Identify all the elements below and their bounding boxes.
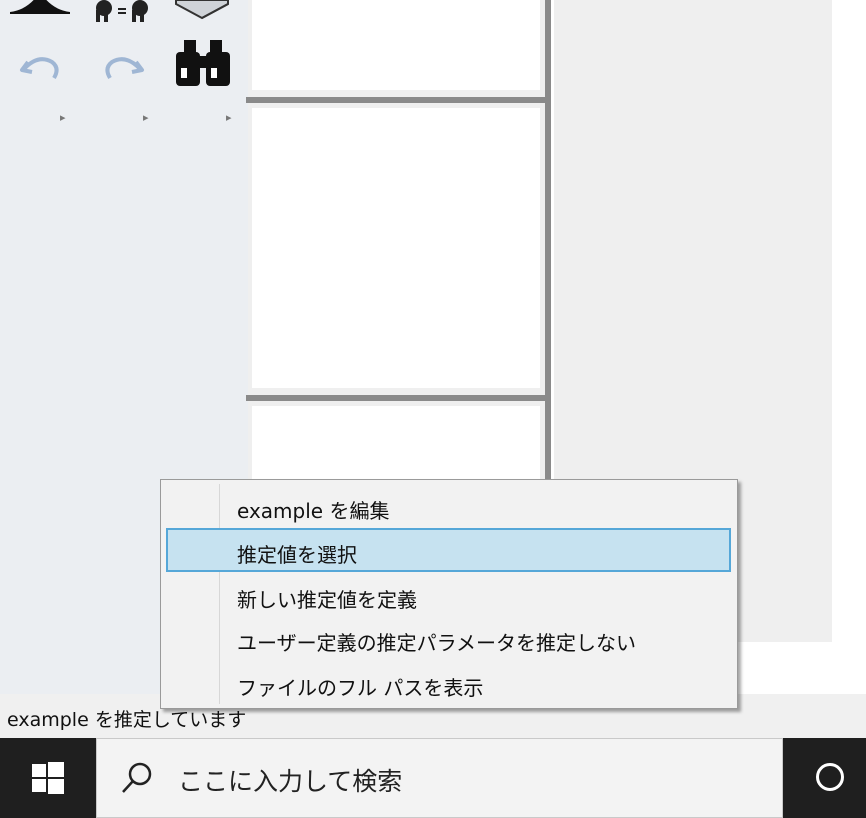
pane-middle[interactable] <box>252 108 540 388</box>
menu-item-edit-label: example を編集 <box>237 499 390 523</box>
status-text: example を推定しています <box>7 709 247 731</box>
binoculars-icon[interactable] <box>172 38 234 90</box>
toolbar-more-arrow-2[interactable]: ▸ <box>143 111 148 124</box>
pane-top[interactable] <box>252 0 540 90</box>
menu-item-select-estimate-label: 推定値を選択 <box>237 543 357 567</box>
menu-item-define-estimate-label: 新しい推定値を定義 <box>237 588 417 612</box>
redo-icon[interactable] <box>102 52 146 82</box>
pane-splitter-1[interactable] <box>246 97 546 103</box>
search-placeholder: ここに入力して検索 <box>178 767 403 796</box>
toolbar-more-arrow-1[interactable]: ▸ <box>60 111 65 124</box>
right-edge <box>832 0 866 694</box>
undo-icon[interactable] <box>18 52 62 82</box>
toolbar-more-arrow-3[interactable]: ▸ <box>226 111 231 124</box>
windows-start-icon[interactable] <box>0 738 96 818</box>
box-icon[interactable] <box>172 0 232 22</box>
menu-item-skip-user-params-label: ユーザー定義の推定パラメータを推定しない <box>237 631 636 655</box>
cortana-icon[interactable] <box>816 763 844 791</box>
distribution-icon[interactable] <box>8 0 72 16</box>
pane-splitter-2[interactable] <box>246 395 546 401</box>
search-icon <box>122 762 152 793</box>
menu-item-show-full-path-label: ファイルのフル パスを表示 <box>237 676 484 700</box>
vertical-splitter[interactable] <box>545 0 551 480</box>
equals-fit-icon[interactable] <box>90 0 154 24</box>
